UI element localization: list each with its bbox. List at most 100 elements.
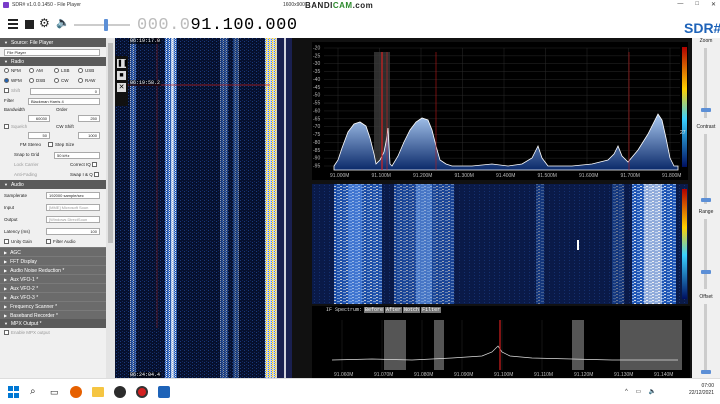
tools-icon[interactable]: ✕ (117, 83, 126, 92)
plugin-mpx-output[interactable]: ▼ MPX Output * (0, 319, 106, 328)
gear-icon[interactable]: ⚙ (39, 17, 50, 29)
plugin-aux-vfo-2[interactable]: ▶ Aux VFO-2 * (0, 283, 106, 292)
media-app-icon[interactable] (114, 386, 126, 398)
task-view-icon[interactable]: ▭ (50, 386, 62, 398)
frequency-step-arrow[interactable]: ◂ (277, 23, 280, 29)
latency-value[interactable]: 100 (46, 228, 100, 235)
range-slider-knob[interactable] (701, 270, 711, 274)
output-select[interactable]: [Windows DirectSoun (46, 216, 100, 223)
spectrum-analyzer[interactable]: -20-25 -30 -35 -40 -45 -50 -55-60 -65 -70 -75 -80 -… (312, 42, 688, 180)
bandwidth-value[interactable]: 60030 (28, 114, 50, 122)
swap-iq-checkbox[interactable]: Swap I & Q (70, 170, 101, 180)
plugin-fft-display[interactable]: ▶ FFT Display (0, 256, 106, 265)
contrast-label: Contrast (696, 124, 716, 130)
zoom-slider-knob[interactable] (701, 108, 711, 112)
step-size-select[interactable]: 50 kHz (54, 151, 100, 159)
filter-audio-checkbox[interactable]: Filter Audio (46, 237, 76, 247)
order-value[interactable]: 250 (78, 114, 100, 122)
range-slider[interactable] (704, 219, 707, 289)
input-select[interactable]: [MME] Microsoft Soun (46, 204, 100, 211)
offset-slider[interactable] (704, 304, 707, 374)
toolbar: ⚙ 🔈 000.091.100.000 ◂ SDR# (0, 10, 720, 38)
radio-header[interactable]: ▼ Radio (0, 57, 106, 66)
frequency-display[interactable]: 000.091.100.000 (137, 16, 298, 35)
unity-gain-checkbox[interactable]: Unity Gain (4, 239, 32, 245)
if-notch-button[interactable]: Notch (403, 307, 421, 313)
shift-checkbox[interactable]: Shift (4, 88, 20, 94)
source-header[interactable]: ▼ Source: File Player (0, 38, 106, 47)
waterfall-time-top: 06:19:17.0 (129, 38, 162, 44)
close-button[interactable]: ✕ (711, 1, 716, 8)
source-select[interactable]: File Player (4, 48, 100, 56)
bandicam-icon[interactable] (136, 386, 148, 398)
volume-slider[interactable] (74, 19, 130, 31)
windows-start-icon[interactable] (8, 386, 20, 398)
panel-scrollbar-thumb[interactable] (108, 43, 113, 243)
samplerate-select[interactable]: 192000 sample/sec (46, 192, 100, 199)
sdrsharp-taskbar-icon[interactable] (158, 386, 170, 398)
search-icon[interactable]: ⌕ (30, 386, 42, 398)
filter-select[interactable]: Blackman Harris 4 (28, 97, 100, 105)
sdr-logo: SDR# (684, 20, 720, 36)
input-label: Input (4, 205, 15, 210)
system-tray-icons[interactable]: ^ ▭ 🔈 (625, 388, 659, 395)
volume-slider-knob[interactable] (104, 19, 108, 31)
squelch-checkbox[interactable]: Squelch (4, 124, 27, 130)
speaker-icon[interactable]: 🔈 (56, 18, 70, 29)
shift-value[interactable]: 0 (30, 87, 100, 95)
contrast-slider-knob[interactable] (701, 198, 711, 202)
pause-icon[interactable]: ❚❚ (117, 59, 129, 68)
plugin-baseband-recorder[interactable]: ▶ Baseband Recorder * (0, 310, 106, 319)
audio-header[interactable]: ▼ Audio (0, 180, 106, 189)
contrast-slider[interactable] (704, 134, 707, 204)
clock[interactable]: 07:00 22/12/2021 (689, 383, 714, 397)
mode-dsb[interactable]: DSB (29, 76, 45, 86)
if-after-button[interactable]: After (385, 307, 403, 313)
mode-nfm[interactable]: NFM (4, 66, 21, 76)
squelch-value[interactable]: 50 (28, 131, 50, 139)
waterfall-controls: ❚❚ ■ ✕ (115, 56, 129, 106)
spectrum-db-label: -90 (313, 156, 320, 162)
offset-slider-knob[interactable] (701, 370, 711, 374)
mode-cw[interactable]: CW (54, 76, 69, 86)
plugin-aux-vfo-1[interactable]: ▶ Aux VFO-1 * (0, 274, 106, 283)
window-title: SDR# v1.0.0.1450 - File Player (12, 2, 81, 8)
left-waterfall[interactable] (115, 38, 292, 378)
spectrum-db-label: -85 (313, 148, 320, 154)
stop-icon[interactable] (25, 20, 34, 29)
spectrum-db-label: -70 (313, 124, 320, 130)
enable-mpx-checkbox[interactable]: Enable MPX output (0, 328, 106, 338)
panel-scrollbar[interactable] (106, 38, 115, 378)
correct-iq-checkbox[interactable]: Correct IQ (70, 160, 99, 170)
minimize-button[interactable]: — (677, 1, 683, 8)
range-label: Range (698, 209, 714, 215)
main-waterfall[interactable] (312, 184, 688, 304)
stop-waterfall-icon[interactable]: ■ (117, 71, 126, 80)
mode-lsb[interactable]: LSB (54, 66, 70, 76)
firefox-icon[interactable] (70, 386, 82, 398)
step-size-checkbox[interactable]: Step Size (48, 140, 74, 150)
lock-carrier-checkbox[interactable]: Lock Carrier (14, 160, 39, 170)
if-spectrum-plot[interactable]: 91.060M 91.070M 91.080M 91.090M 91.100M 91.11… (312, 306, 690, 378)
cw-shift-value[interactable]: 1000 (78, 131, 100, 139)
if-before-button[interactable]: Before (364, 307, 385, 313)
fm-stereo-label: FM Stereo (20, 142, 42, 147)
plugin-agc[interactable]: ▶ AGC (0, 247, 106, 256)
plugin-frequency-scanner[interactable]: ▶ Frequency Scanner * (0, 301, 106, 310)
if-filter-button[interactable]: Filter (421, 307, 442, 313)
mode-usb[interactable]: USB (78, 66, 94, 76)
file-explorer-icon[interactable] (92, 387, 104, 397)
spectrum-db-label: -30 (313, 61, 320, 67)
mode-wfm[interactable]: WFM (4, 76, 22, 86)
zoom-label: Zoom (699, 38, 713, 44)
clock-date: 22/12/2021 (688, 390, 714, 396)
mode-am[interactable]: AM (29, 66, 43, 76)
plugin-aux-vfo-3[interactable]: ▶ Aux VFO-3 * (0, 292, 106, 301)
menu-icon[interactable] (8, 19, 18, 29)
plugin-audio-noise-reduction[interactable]: ▶ Audio Noise Reduction * (0, 265, 106, 274)
anti-fading-checkbox[interactable]: Anti-Fading (14, 170, 37, 180)
mode-raw[interactable]: RAW (78, 76, 95, 86)
taskbar: ⌕ ▭ ^ ▭ 🔈 07:00 22/12/2021 (0, 378, 720, 404)
if-spectrum-label: IF Spectrum: (326, 307, 363, 313)
maximize-button[interactable]: □ (695, 1, 699, 8)
